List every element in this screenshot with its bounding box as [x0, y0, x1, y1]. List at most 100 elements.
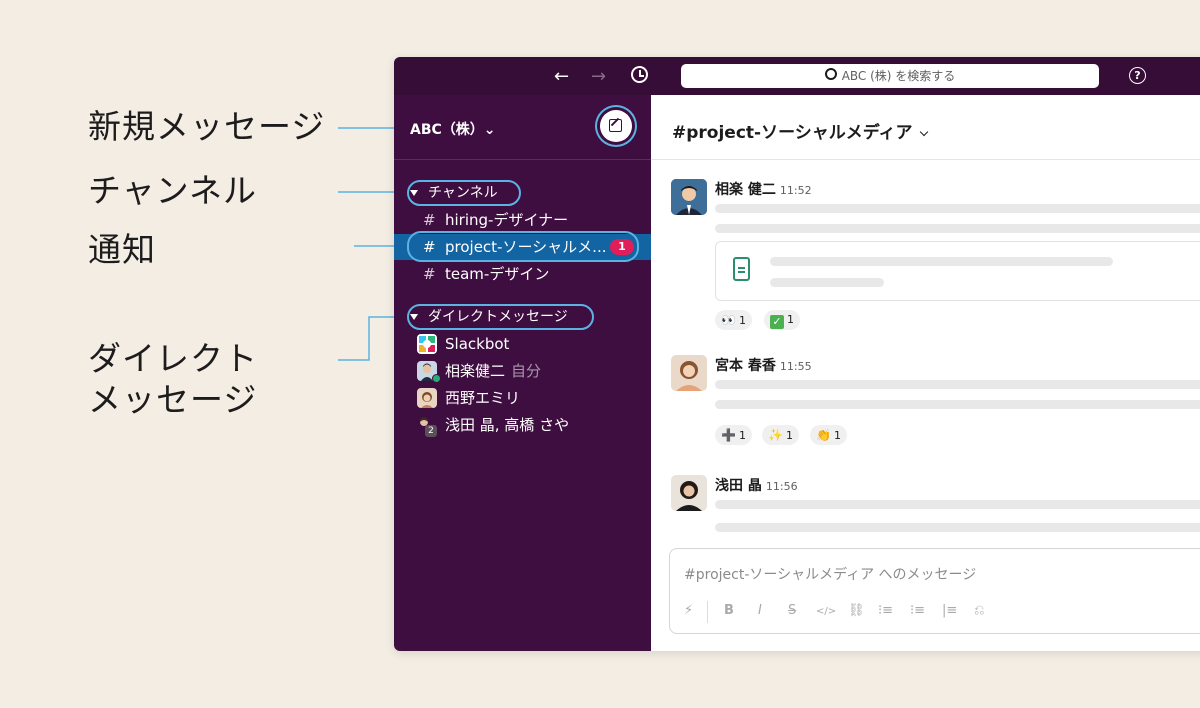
channel-name: hiring-デザイナー [445, 211, 569, 229]
user-avatar[interactable] [671, 355, 707, 391]
clap-icon: 👏 [816, 428, 831, 442]
slack-window: ← → ABC (株) を検索する ? ABC（株）⌄ チャンネル # hiri… [394, 57, 1200, 651]
reaction-count: 1 [787, 313, 794, 326]
message-text-placeholder [715, 400, 1200, 409]
channel-header: #project-ソーシャルメディア [651, 95, 1200, 160]
dm-name: 西野エミリ [445, 389, 521, 407]
callout-direct-messages: ダイレクト メッセージ [88, 338, 258, 421]
plus-icon: ➕ [721, 428, 736, 442]
callout-direct-line2: メッセージ [88, 380, 258, 420]
reaction-plus[interactable]: ➕ 1 [715, 425, 752, 445]
strikethrough-icon[interactable]: S [788, 603, 796, 618]
reaction-clap[interactable]: 👏 1 [810, 425, 847, 445]
dm-name-text: 相楽健二 [445, 362, 506, 380]
blockquote-icon[interactable]: |≡ [942, 603, 957, 618]
code-block-icon[interactable]: ⎌ [974, 603, 984, 618]
ordered-list-icon[interactable]: ⁝≡ [878, 603, 893, 618]
author-name: 浅田 晶 [715, 478, 762, 494]
message-text-placeholder [715, 224, 1200, 233]
self-label: 自分 [511, 362, 542, 380]
slackbot-avatar [417, 334, 437, 354]
history-clock-icon[interactable] [631, 66, 648, 83]
search-bar[interactable]: ABC (株) を検索する [681, 64, 1099, 88]
message-text-placeholder [715, 380, 1200, 389]
dm-name: Slackbot [445, 335, 510, 353]
channels-header-label: チャンネル [428, 185, 498, 201]
search-icon [824, 68, 837, 80]
author-name: 相楽 健二 [715, 182, 776, 198]
workspace-name[interactable]: ABC（株）⌄ [410, 119, 496, 139]
member-count: 2 [425, 425, 437, 437]
reaction-count: 1 [833, 429, 841, 442]
reaction-count: 1 [738, 314, 746, 327]
workspace-header: ABC（株）⌄ [394, 95, 651, 160]
presence-indicator [432, 374, 441, 383]
dm-item-self[interactable]: 相楽健二 自分 [394, 358, 651, 384]
dm-item-nishino[interactable]: 西野エミリ [394, 385, 651, 411]
reaction-sparkles[interactable]: ✨ 1 [762, 425, 799, 445]
channels-section-header[interactable]: チャンネル [410, 182, 498, 204]
message-text-placeholder [715, 523, 1200, 532]
caret-down-icon [410, 314, 418, 320]
user-avatar[interactable] [671, 475, 707, 511]
link-icon[interactable]: ⛓ [848, 603, 865, 618]
callout-new-message: 新規メッセージ [88, 107, 326, 146]
dm-item-group[interactable]: 2 浅田 晶, 高橋 さや [394, 412, 651, 438]
message-composer[interactable]: #project-ソーシャルメディア へのメッセージ ⚡ B I S </> ⛓… [669, 548, 1200, 634]
italic-icon[interactable]: I [758, 603, 762, 618]
channel-title[interactable]: #project-ソーシャルメディア [672, 118, 928, 143]
check-icon: ✓ [770, 315, 784, 329]
file-attachment[interactable] [715, 241, 1200, 301]
shortcuts-bolt-icon[interactable]: ⚡ [684, 603, 693, 618]
dm-name: 相楽健二 自分 [445, 358, 541, 384]
author-name: 宮本 春香 [715, 358, 776, 374]
channel-title-text: #project-ソーシャルメディア [672, 123, 913, 143]
dm-section-header[interactable]: ダイレクトメッセージ [410, 306, 568, 328]
callout-notifications: 通知 [88, 230, 156, 269]
bulleted-list-icon[interactable]: ⁝≡ [910, 603, 925, 618]
main-pane: #project-ソーシャルメディア 相楽 健二 11:52 👀 1 ✓ 1 宮本 春… [651, 95, 1200, 651]
sidebar: ABC（株）⌄ チャンネル # hiring-デザイナー # project-ソ… [394, 95, 651, 651]
toolbar-divider [707, 601, 708, 623]
channel-item-hiring[interactable]: # hiring-デザイナー [394, 207, 651, 233]
reaction-count: 1 [785, 429, 793, 442]
dm-item-slackbot[interactable]: Slackbot [394, 331, 651, 357]
message-text-placeholder [715, 500, 1200, 509]
message-author[interactable]: 宮本 春香 11:55 [715, 355, 812, 375]
forward-arrow-icon[interactable]: → [591, 66, 606, 87]
back-arrow-icon[interactable]: ← [554, 66, 569, 87]
code-icon[interactable]: </> [816, 606, 836, 617]
user-avatar[interactable] [671, 179, 707, 215]
channel-name: team-デザイン [445, 265, 550, 283]
highlight-ring-notification [407, 231, 639, 262]
user-avatar [417, 388, 437, 408]
reaction-eyes[interactable]: 👀 1 [715, 310, 752, 330]
caret-down-icon [410, 190, 418, 196]
reaction-count: 1 [738, 429, 746, 442]
message-text-placeholder [715, 204, 1200, 213]
message-time: 11:52 [779, 184, 812, 197]
file-title-placeholder [770, 257, 1113, 266]
message-author[interactable]: 相楽 健二 11:52 [715, 179, 812, 199]
compose-button[interactable] [600, 110, 632, 142]
hash-icon: # [423, 211, 436, 229]
reaction-check[interactable]: ✓ 1 [764, 310, 800, 330]
file-meta-placeholder [770, 278, 884, 287]
composer-placeholder: #project-ソーシャルメディア へのメッセージ [684, 567, 977, 583]
document-icon [733, 257, 750, 281]
message-author[interactable]: 浅田 晶 11:56 [715, 475, 798, 495]
bold-icon[interactable]: B [724, 603, 734, 618]
sparkles-icon: ✨ [768, 428, 783, 442]
hash-icon: # [423, 265, 436, 283]
eyes-icon: 👀 [721, 313, 736, 327]
top-bar: ← → ABC (株) を検索する ? [394, 57, 1200, 95]
compose-icon [609, 119, 622, 132]
channel-item-team[interactable]: # team-デザイン [394, 261, 651, 287]
message-time: 11:55 [779, 360, 812, 373]
callout-channels: チャンネル [88, 171, 258, 210]
callout-direct-line1: ダイレクト [88, 339, 258, 378]
help-icon[interactable]: ? [1129, 67, 1146, 84]
message-time: 11:56 [765, 480, 798, 493]
dm-header-label: ダイレクトメッセージ [428, 309, 568, 325]
dm-name: 浅田 晶, 高橋 さや [445, 416, 570, 434]
